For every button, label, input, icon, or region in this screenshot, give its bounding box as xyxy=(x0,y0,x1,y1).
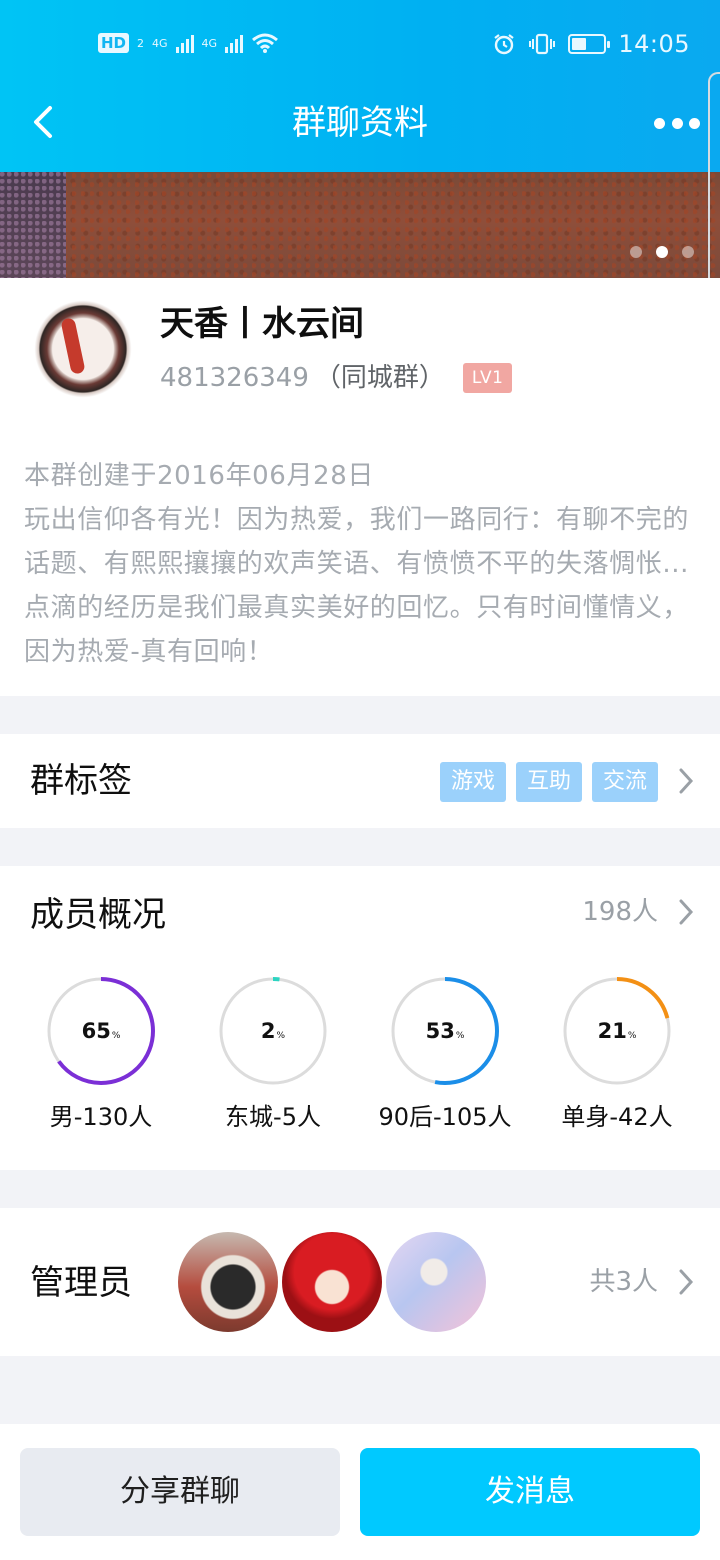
sim-indicator: 2 xyxy=(137,36,145,50)
tag: 游戏 xyxy=(439,762,506,802)
network-type-1: 4G xyxy=(152,36,168,50)
member-overview-row[interactable]: 成员概况 198人 65% 男-130人 2% 东城-5人 53% 90后-10… xyxy=(0,866,720,1170)
status-left: HD 2 4G 4G xyxy=(98,32,279,54)
member-count: 198人 xyxy=(582,897,658,927)
page-title: 群聊资料 xyxy=(292,103,428,143)
stat-percent: 2% xyxy=(260,1019,286,1043)
group-banner-carousel[interactable] xyxy=(0,172,720,278)
group-tags-row[interactable]: 群标签 游戏 互助 交流 xyxy=(0,734,720,828)
tag: 交流 xyxy=(591,762,658,802)
chevron-right-icon xyxy=(679,768,694,794)
group-id-row: 481326349 （同城群） LV1 xyxy=(160,360,513,396)
battery-icon xyxy=(568,34,611,54)
stat-percent: 21% xyxy=(597,1019,637,1043)
alarm-icon xyxy=(494,34,514,55)
admins-title: 管理员 xyxy=(30,1263,132,1303)
stat-label: 男-130人 xyxy=(49,1103,153,1131)
chevron-right-icon xyxy=(679,1269,694,1295)
admin-avatar[interactable] xyxy=(282,1232,382,1332)
group-tags-title: 群标签 xyxy=(30,761,132,801)
carousel-dot xyxy=(630,246,642,258)
header: HD 2 4G 4G 14:05 群聊资料 xyxy=(0,0,720,172)
carousel-dot xyxy=(682,246,694,258)
group-created-date: 本群创建于2016年06月28日 xyxy=(24,461,374,491)
network-type-2: 4G xyxy=(201,36,218,50)
share-group-button[interactable]: 分享群聊 xyxy=(20,1448,340,1536)
status-right: 14:05 xyxy=(492,30,690,58)
member-stats: 65% 男-130人 2% 东城-5人 53% 90后-105人 21% 单身-… xyxy=(0,976,720,1146)
tag: 互助 xyxy=(515,762,582,802)
hd-indicator: HD xyxy=(98,33,130,53)
group-intro-text: 玩出信仰各有光！因为热爱，我们一路同行：有聊不完的话题、有熙熙攘攘的欢声笑语、有… xyxy=(24,505,690,667)
stat-percent: 53% xyxy=(425,1019,465,1043)
group-profile: 天香丨水云间 481326349 （同城群） LV1 本群创建于2016年06月… xyxy=(0,278,720,696)
vibrate-icon xyxy=(529,33,556,55)
banner-image-prev xyxy=(0,172,66,278)
tag-list: 游戏 互助 交流 xyxy=(439,762,658,802)
send-message-button[interactable]: 发消息 xyxy=(360,1448,700,1536)
group-avatar[interactable] xyxy=(34,300,132,398)
admin-count: 共3人 xyxy=(589,1267,658,1297)
chevron-right-icon xyxy=(679,899,694,925)
more-icon[interactable] xyxy=(654,110,700,136)
group-description: 本群创建于2016年06月28日 玩出信仰各有光！因为热爱，我们一路同行：有聊不… xyxy=(24,454,694,674)
group-type: （同城群） xyxy=(314,363,445,393)
stat-percent: 65% xyxy=(81,1019,121,1043)
signal-icon xyxy=(175,33,194,53)
stat-location: 2% 东城-5人 xyxy=(187,976,357,1146)
level-badge: LV1 xyxy=(462,363,513,393)
group-name: 天香丨水云间 xyxy=(160,304,364,344)
admin-avatars xyxy=(178,1232,486,1332)
wifi-icon xyxy=(252,33,279,53)
member-overview-title: 成员概况 xyxy=(30,895,166,935)
admin-avatar[interactable] xyxy=(386,1232,486,1332)
bottom-action-bar: 分享群聊 发消息 xyxy=(0,1424,720,1560)
stat-single: 21% 单身-42人 xyxy=(531,976,701,1146)
stat-label: 90后-105人 xyxy=(378,1103,512,1131)
stat-age: 53% 90后-105人 xyxy=(359,976,529,1146)
group-id: 481326349 xyxy=(160,363,309,393)
admin-avatar[interactable] xyxy=(178,1232,278,1332)
clock: 14:05 xyxy=(618,30,690,58)
status-bar: HD 2 4G 4G 14:05 xyxy=(0,0,720,88)
signal-icon-2 xyxy=(225,33,244,53)
stat-label: 单身-42人 xyxy=(561,1103,673,1131)
stat-gender: 65% 男-130人 xyxy=(15,976,185,1146)
admins-row[interactable]: 管理员 共3人 xyxy=(0,1208,720,1356)
stat-label: 东城-5人 xyxy=(225,1103,321,1131)
carousel-indicator xyxy=(630,246,694,258)
carousel-dot-active xyxy=(656,246,668,258)
